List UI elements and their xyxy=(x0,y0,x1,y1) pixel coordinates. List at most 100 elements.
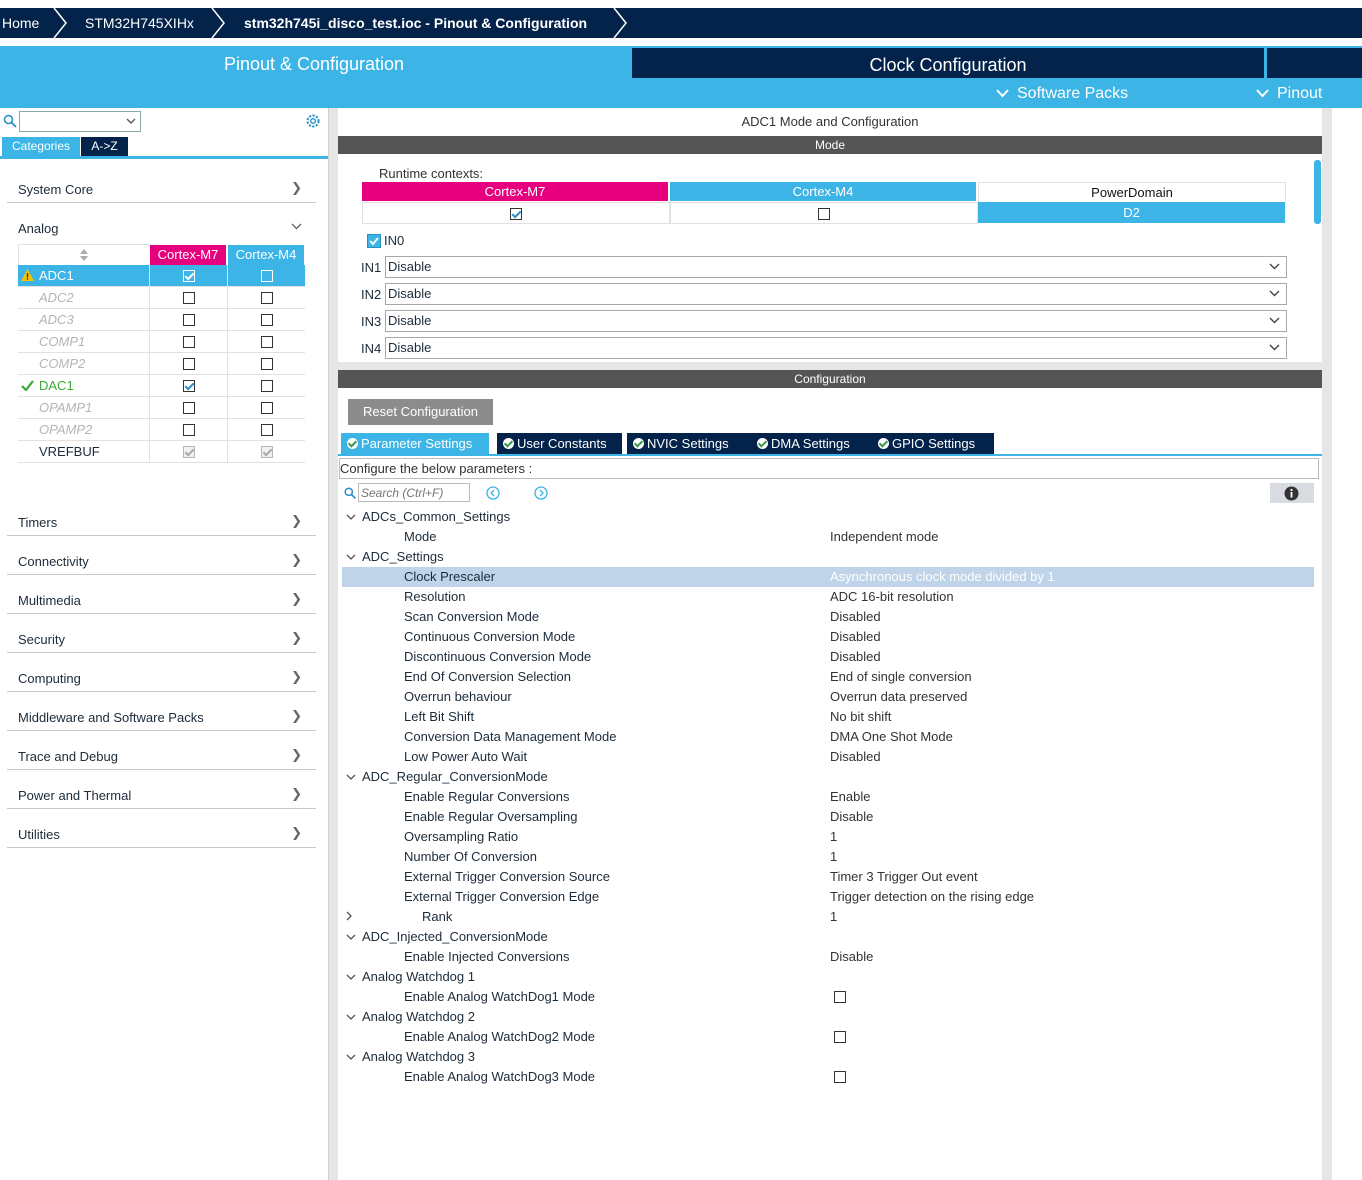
param-checkbox[interactable] xyxy=(834,1031,846,1043)
param-value[interactable]: DMA One Shot Mode xyxy=(830,727,953,747)
peripheral-row[interactable]: OPAMP1 xyxy=(18,397,305,419)
cortex-m7-checkbox[interactable] xyxy=(182,401,195,414)
info-button[interactable] xyxy=(1270,483,1314,503)
param-value[interactable]: Trigger detection on the rising edge xyxy=(830,887,1034,907)
context-m4-checkbox[interactable] xyxy=(818,207,830,220)
breadcrumb-project[interactable]: stm32h745i_disco_test.ioc - Pinout & Con… xyxy=(244,8,587,38)
param-value[interactable]: End of single conversion xyxy=(830,667,972,687)
chevron-down-icon[interactable] xyxy=(346,1007,356,1027)
peripheral-row[interactable]: ADC2 xyxy=(18,287,305,309)
param-value[interactable]: Disabled xyxy=(830,607,881,627)
cortex-m7-checkbox[interactable] xyxy=(182,357,195,370)
peripheral-row[interactable]: COMP2 xyxy=(18,353,305,375)
category-multimedia[interactable]: Multimedia ❯ xyxy=(7,575,316,614)
category-system-core[interactable]: System Core ❯ xyxy=(7,164,316,203)
tab-a-z[interactable]: A->Z xyxy=(81,137,128,156)
tab-parameter-settings[interactable]: Parameter Settings xyxy=(341,433,489,454)
breadcrumb-mcu[interactable]: STM32H745XIHx xyxy=(85,8,194,38)
tab-nvic-settings[interactable]: NVIC Settings xyxy=(627,433,752,454)
param-group-row[interactable]: ADC_Injected_ConversionMode xyxy=(342,927,1314,947)
chevron-down-icon[interactable] xyxy=(346,927,356,947)
param-group-row[interactable]: Analog Watchdog 3 xyxy=(342,1047,1314,1067)
pinout-menu[interactable]: Pinout xyxy=(1256,80,1322,106)
tab-gpio-settings[interactable]: GPIO Settings xyxy=(872,433,994,454)
context-m7-checkbox[interactable] xyxy=(510,207,522,220)
cortex-m4-checkbox[interactable] xyxy=(260,445,273,458)
chevron-right-icon[interactable] xyxy=(346,907,356,927)
tab-clock-configuration[interactable]: Clock Configuration xyxy=(632,48,1264,78)
breadcrumb-home[interactable]: Home xyxy=(2,8,39,38)
in3-select[interactable]: Disable xyxy=(385,310,1287,332)
cortex-m4-checkbox[interactable] xyxy=(260,335,273,348)
param-row[interactable]: End Of Conversion Selection End of single… xyxy=(342,667,1314,687)
cortex-m4-checkbox[interactable] xyxy=(260,423,273,436)
gear-icon[interactable] xyxy=(305,113,321,129)
param-row[interactable]: Enable Regular Oversampling Disable xyxy=(342,807,1314,827)
param-value[interactable]: Disabled xyxy=(830,627,881,647)
param-row[interactable]: Clock Prescaler Asynchronous clock mode d… xyxy=(342,567,1314,587)
category-power-thermal[interactable]: Power and Thermal ❯ xyxy=(7,770,316,809)
category-analog[interactable]: Analog xyxy=(7,203,316,241)
cortex-m7-checkbox[interactable] xyxy=(182,313,195,326)
cortex-m7-checkbox[interactable] xyxy=(182,379,195,392)
category-connectivity[interactable]: Connectivity ❯ xyxy=(7,536,316,575)
param-value[interactable]: Overrun data preserved xyxy=(830,687,967,707)
param-search-input[interactable] xyxy=(358,483,470,502)
param-group-row[interactable]: Analog Watchdog 1 xyxy=(342,967,1314,987)
peripheral-row[interactable]: ADC3 xyxy=(18,309,305,331)
in1-select[interactable]: Disable xyxy=(385,256,1287,278)
tab-categories[interactable]: Categories xyxy=(2,137,80,156)
peripheral-row[interactable]: COMP1 xyxy=(18,331,305,353)
param-value[interactable]: Disable xyxy=(830,947,873,967)
param-group-row[interactable]: Analog Watchdog 2 xyxy=(342,1007,1314,1027)
param-group-row[interactable]: ADCs_Common_Settings xyxy=(342,507,1314,527)
tab-extra[interactable] xyxy=(1267,48,1362,78)
param-row[interactable]: Resolution ADC 16-bit resolution xyxy=(342,587,1314,607)
chevron-down-icon[interactable] xyxy=(346,1047,356,1067)
param-checkbox[interactable] xyxy=(834,1071,846,1083)
tab-user-constants[interactable]: User Constants xyxy=(497,433,622,454)
param-row[interactable]: Low Power Auto Wait Disabled xyxy=(342,747,1314,767)
chevron-down-icon[interactable] xyxy=(346,507,356,527)
param-row[interactable]: Left Bit Shift No bit shift xyxy=(342,707,1314,727)
param-group-row[interactable]: ADC_Regular_ConversionMode xyxy=(342,767,1314,787)
param-row[interactable]: Rank 1 xyxy=(342,907,1314,927)
reset-configuration-button[interactable]: Reset Configuration xyxy=(348,399,493,425)
param-value[interactable]: 1 xyxy=(830,907,837,927)
software-packs-menu[interactable]: Software Packs xyxy=(996,80,1128,106)
param-row[interactable]: Enable Analog WatchDog3 Mode xyxy=(342,1067,1314,1087)
category-utilities[interactable]: Utilities ❯ xyxy=(7,809,316,848)
param-row[interactable]: External Trigger Conversion Source Timer … xyxy=(342,867,1314,887)
param-value[interactable]: Timer 3 Trigger Out event xyxy=(830,867,978,887)
peripheral-row[interactable]: OPAMP2 xyxy=(18,419,305,441)
param-checkbox[interactable] xyxy=(834,991,846,1003)
in4-select[interactable]: Disable xyxy=(385,337,1287,359)
chevron-down-icon[interactable] xyxy=(346,767,356,787)
search-combo[interactable] xyxy=(19,111,141,132)
cortex-m4-checkbox[interactable] xyxy=(260,291,273,304)
param-row[interactable]: Enable Injected Conversions Disable xyxy=(342,947,1314,967)
category-trace-debug[interactable]: Trace and Debug ❯ xyxy=(7,731,316,770)
param-value[interactable]: ADC 16-bit resolution xyxy=(830,587,954,607)
sort-header[interactable] xyxy=(18,244,151,266)
mode-scrollbar-thumb[interactable] xyxy=(1314,160,1321,224)
cortex-m4-checkbox[interactable] xyxy=(260,357,273,370)
in2-select[interactable]: Disable xyxy=(385,283,1287,305)
param-row[interactable]: External Trigger Conversion Edge Trigger … xyxy=(342,887,1314,907)
chevron-down-icon[interactable] xyxy=(346,547,356,567)
param-row[interactable]: Enable Analog WatchDog2 Mode xyxy=(342,1027,1314,1047)
param-value[interactable]: Asynchronous clock mode divided by 1 xyxy=(830,567,1055,587)
cortex-m4-checkbox[interactable] xyxy=(260,379,273,392)
param-row[interactable]: Conversion Data Management Mode DMA One S… xyxy=(342,727,1314,747)
param-row[interactable]: Discontinuous Conversion Mode Disabled xyxy=(342,647,1314,667)
param-row[interactable]: Continuous Conversion Mode Disabled xyxy=(342,627,1314,647)
cortex-m7-checkbox[interactable] xyxy=(182,269,195,282)
param-value[interactable]: No bit shift xyxy=(830,707,891,727)
category-security[interactable]: Security ❯ xyxy=(7,614,316,653)
cortex-m7-checkbox[interactable] xyxy=(182,423,195,436)
param-value[interactable]: Disable xyxy=(830,807,873,827)
peripheral-row[interactable]: VREFBUF xyxy=(18,441,305,463)
peripheral-row[interactable]: ADC1 xyxy=(18,265,305,287)
prev-icon[interactable] xyxy=(486,486,500,500)
tab-pinout-configuration[interactable]: Pinout & Configuration xyxy=(0,46,628,78)
